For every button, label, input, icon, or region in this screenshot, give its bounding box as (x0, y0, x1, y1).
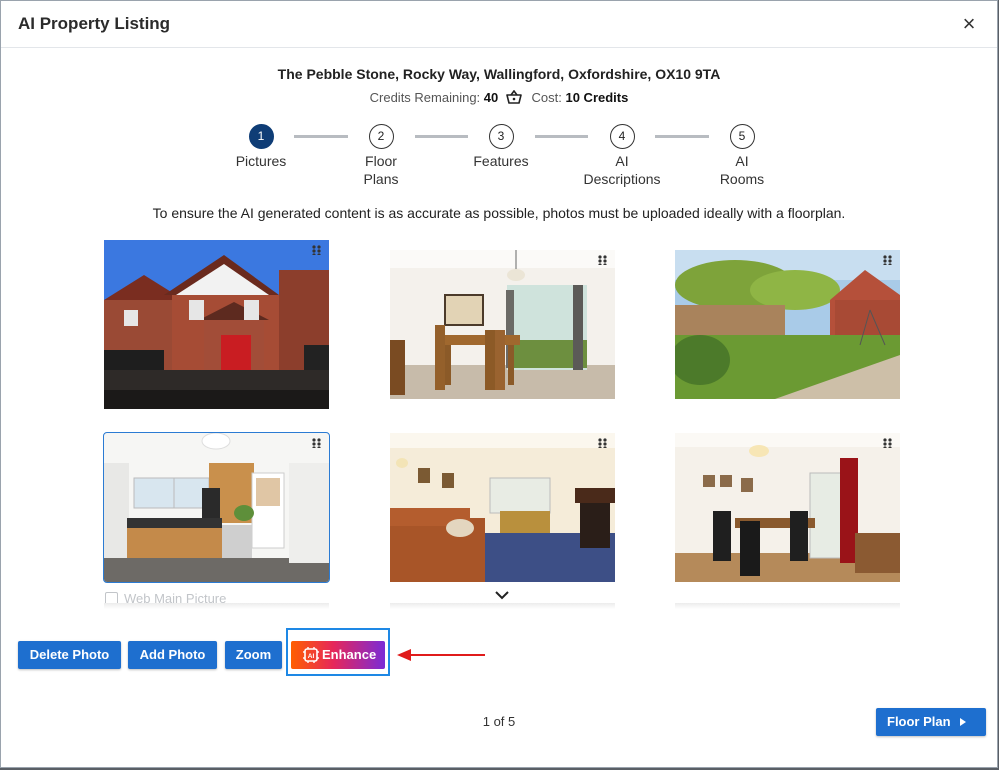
step-number: 5 (729, 124, 755, 149)
enhance-label: Enhance (322, 647, 377, 662)
drag-handle-icon[interactable] (312, 245, 322, 255)
basket-icon (506, 90, 522, 104)
ai-chip-icon: AI (303, 647, 319, 663)
svg-text:AI: AI (308, 653, 315, 660)
annotation-arrow (397, 649, 485, 661)
floor-plan-next-button[interactable]: Floor Plan (876, 708, 986, 736)
drag-handle-icon[interactable] (883, 438, 893, 448)
drag-handle-icon[interactable] (312, 438, 322, 448)
step-label: Pictures (235, 153, 287, 169)
caret-right-icon (960, 718, 966, 726)
step-label: Features (473, 153, 529, 169)
add-photo-button[interactable]: Add Photo (128, 641, 217, 669)
step-floor-plans[interactable]: 2 Floor Plans (326, 124, 436, 188)
step-label: AI Rooms (719, 153, 765, 187)
photo-tile[interactable] (390, 433, 615, 582)
living-room-image (390, 433, 615, 582)
scroll-fade (104, 603, 329, 609)
step-pictures[interactable]: 1 Pictures (206, 124, 316, 170)
kitchen-image (104, 433, 329, 582)
info-text: To ensure the AI generated content is as… (152, 205, 846, 221)
house-exterior-image (104, 240, 329, 409)
chevron-down-icon[interactable] (494, 589, 510, 601)
drag-handle-icon[interactable] (598, 255, 608, 265)
step-features[interactable]: 3 Features (446, 124, 556, 170)
photo-tile-selected[interactable] (103, 432, 330, 583)
dining-room-curtains-image (675, 433, 900, 582)
step-label: AI Descriptions (583, 153, 661, 187)
property-address: The Pebble Stone, Rocky Way, Wallingford… (277, 66, 721, 82)
step-ai-descriptions[interactable]: 4 AI Descriptions (567, 124, 677, 188)
drag-handle-icon[interactable] (598, 438, 608, 448)
step-number: 1 (248, 124, 274, 149)
drag-handle-icon[interactable] (883, 255, 893, 265)
scroll-fade (675, 603, 900, 609)
zoom-button[interactable]: Zoom (225, 641, 282, 669)
photo-tile[interactable] (675, 250, 900, 399)
credits-remaining-value: 40 (483, 90, 499, 105)
modal-title: AI Property Listing (18, 14, 171, 33)
modal-header: AI Property Listing × (1, 1, 997, 48)
cost-value: 10 Credits (565, 90, 629, 105)
delete-photo-button[interactable]: Delete Photo (18, 641, 121, 669)
step-number: 3 (488, 124, 514, 149)
pagination-text: 1 of 5 (482, 714, 516, 729)
photo-tile[interactable] (390, 250, 615, 399)
photo-tile[interactable] (104, 240, 329, 409)
credits-line: Credits Remaining: 40 Cost: 10 Credits (1, 90, 997, 105)
ai-property-listing-modal: AI Property Listing × The Pebble Stone, … (0, 0, 998, 768)
step-label: Floor Plans (363, 153, 399, 187)
dining-room-image (390, 250, 615, 399)
photo-tile[interactable] (675, 433, 900, 582)
floor-plan-label: Floor Plan (887, 714, 951, 729)
step-number: 4 (609, 124, 635, 149)
step-ai-rooms[interactable]: 5 AI Rooms (687, 124, 797, 188)
scroll-fade (390, 603, 615, 609)
enhance-highlight-box: AI Enhance (286, 628, 390, 676)
close-button[interactable]: × (959, 13, 979, 35)
credits-remaining-label: Credits Remaining: (369, 90, 481, 105)
garden-image (675, 250, 900, 399)
step-number: 2 (368, 124, 394, 149)
stepper: 1 Pictures 2 Floor Plans 3 Features 4 AI D… (1, 124, 997, 194)
enhance-button[interactable]: AI Enhance (291, 641, 385, 669)
cost-label: Cost: (531, 90, 562, 105)
